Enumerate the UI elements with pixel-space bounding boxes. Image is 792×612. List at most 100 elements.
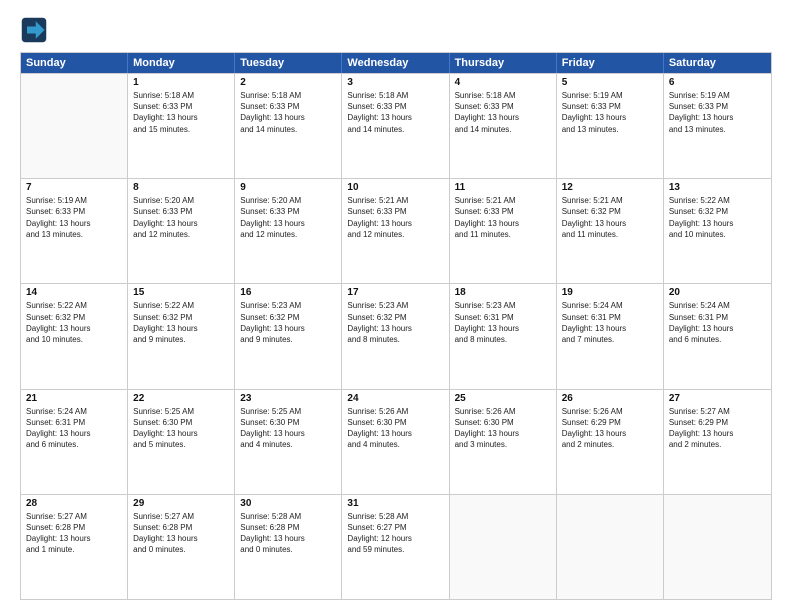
- day-text: Sunrise: 5:27 AM Sunset: 6:28 PM Dayligh…: [26, 511, 122, 556]
- day-text: Sunrise: 5:28 AM Sunset: 6:28 PM Dayligh…: [240, 511, 336, 556]
- day-cell-27: 27Sunrise: 5:27 AM Sunset: 6:29 PM Dayli…: [664, 390, 771, 494]
- day-text: Sunrise: 5:24 AM Sunset: 6:31 PM Dayligh…: [669, 300, 766, 345]
- day-cell-11: 11Sunrise: 5:21 AM Sunset: 6:33 PM Dayli…: [450, 179, 557, 283]
- day-text: Sunrise: 5:21 AM Sunset: 6:32 PM Dayligh…: [562, 195, 658, 240]
- day-text: Sunrise: 5:23 AM Sunset: 6:32 PM Dayligh…: [347, 300, 443, 345]
- day-cell-16: 16 Sunrise: 5:23 AM Sunset: 6:32 PM Dayli…: [235, 284, 342, 388]
- day-text: Sunrise: 5:19 AM Sunset: 6:33 PM Dayligh…: [26, 195, 122, 240]
- day-number: 17: [347, 287, 443, 298]
- day-number: 23: [240, 393, 336, 404]
- header-day-monday: Monday: [128, 53, 235, 73]
- day-number: 10: [347, 182, 443, 193]
- day-number: 9: [240, 182, 336, 193]
- day-number: 4: [455, 77, 551, 88]
- day-text: Sunrise: 5:21 AM Sunset: 6:33 PM Dayligh…: [455, 195, 551, 240]
- calendar-row-4: 28 Sunrise: 5:27 AM Sunset: 6:28 PM Dayli…: [21, 494, 771, 599]
- day-cell-3: 3 Sunrise: 5:18 AM Sunset: 6:33 PM Daylig…: [342, 74, 449, 178]
- day-number: 14: [26, 287, 122, 298]
- day-cell-21: 21 Sunrise: 5:24 AM Sunset: 6:31 PM Dayli…: [21, 390, 128, 494]
- day-cell-31: 31 Sunrise: 5:28 AM Sunset: 6:27 PM Dayli…: [342, 495, 449, 599]
- day-number: 18: [455, 287, 551, 298]
- day-text: Sunrise: 5:19 AM Sunset: 6:33 PM Dayligh…: [562, 90, 658, 135]
- day-text: Sunrise: 5:26 AM Sunset: 6:30 PM Dayligh…: [347, 406, 443, 451]
- header-day-friday: Friday: [557, 53, 664, 73]
- day-text: Sunrise: 5:21 AM Sunset: 6:33 PM Dayligh…: [347, 195, 443, 240]
- day-cell-empty-4-5: [557, 495, 664, 599]
- day-number: 22: [133, 393, 229, 404]
- day-text: Sunrise: 5:25 AM Sunset: 6:30 PM Dayligh…: [133, 406, 229, 451]
- day-number: 30: [240, 498, 336, 509]
- day-number: 5: [562, 77, 658, 88]
- day-cell-18: 18 Sunrise: 5:23 AM Sunset: 6:31 PM Dayli…: [450, 284, 557, 388]
- day-number: 15: [133, 287, 229, 298]
- day-text: Sunrise: 5:19 AM Sunset: 6:33 PM Dayligh…: [669, 90, 766, 135]
- day-number: 24: [347, 393, 443, 404]
- day-text: Sunrise: 5:26 AM Sunset: 6:30 PM Dayligh…: [455, 406, 551, 451]
- day-number: 31: [347, 498, 443, 509]
- calendar-row-1: 7 Sunrise: 5:19 AM Sunset: 6:33 PM Daylig…: [21, 178, 771, 283]
- day-text: Sunrise: 5:23 AM Sunset: 6:32 PM Dayligh…: [240, 300, 336, 345]
- day-number: 1: [133, 77, 229, 88]
- day-cell-26: 26Sunrise: 5:26 AM Sunset: 6:29 PM Dayli…: [557, 390, 664, 494]
- header-day-saturday: Saturday: [664, 53, 771, 73]
- header-day-wednesday: Wednesday: [342, 53, 449, 73]
- page: SundayMondayTuesdayWednesdayThursdayFrid…: [0, 0, 792, 612]
- day-number: 3: [347, 77, 443, 88]
- day-cell-empty-4-6: [664, 495, 771, 599]
- day-cell-20: 20 Sunrise: 5:24 AM Sunset: 6:31 PM Dayli…: [664, 284, 771, 388]
- day-number: 28: [26, 498, 122, 509]
- day-cell-5: 5 Sunrise: 5:19 AM Sunset: 6:33 PM Daylig…: [557, 74, 664, 178]
- day-text: Sunrise: 5:18 AM Sunset: 6:33 PM Dayligh…: [347, 90, 443, 135]
- day-text: Sunrise: 5:25 AM Sunset: 6:30 PM Dayligh…: [240, 406, 336, 451]
- header: [20, 16, 772, 44]
- day-number: 6: [669, 77, 766, 88]
- calendar-row-3: 21 Sunrise: 5:24 AM Sunset: 6:31 PM Dayli…: [21, 389, 771, 494]
- day-cell-2: 2 Sunrise: 5:18 AM Sunset: 6:33 PM Daylig…: [235, 74, 342, 178]
- day-cell-28: 28 Sunrise: 5:27 AM Sunset: 6:28 PM Dayli…: [21, 495, 128, 599]
- day-cell-15: 15 Sunrise: 5:22 AM Sunset: 6:32 PM Dayli…: [128, 284, 235, 388]
- day-cell-empty-4-4: [450, 495, 557, 599]
- day-number: 2: [240, 77, 336, 88]
- day-number: 19: [562, 287, 658, 298]
- day-cell-4: 4Sunrise: 5:18 AM Sunset: 6:33 PM Daylig…: [450, 74, 557, 178]
- day-cell-22: 22 Sunrise: 5:25 AM Sunset: 6:30 PM Dayli…: [128, 390, 235, 494]
- day-cell-12: 12 Sunrise: 5:21 AM Sunset: 6:32 PM Dayli…: [557, 179, 664, 283]
- day-text: Sunrise: 5:22 AM Sunset: 6:32 PM Dayligh…: [133, 300, 229, 345]
- day-number: 16: [240, 287, 336, 298]
- day-number: 25: [455, 393, 551, 404]
- day-cell-7: 7 Sunrise: 5:19 AM Sunset: 6:33 PM Daylig…: [21, 179, 128, 283]
- day-cell-8: 8 Sunrise: 5:20 AM Sunset: 6:33 PM Daylig…: [128, 179, 235, 283]
- header-day-sunday: Sunday: [21, 53, 128, 73]
- day-cell-14: 14 Sunrise: 5:22 AM Sunset: 6:32 PM Dayli…: [21, 284, 128, 388]
- day-cell-13: 13Sunrise: 5:22 AM Sunset: 6:32 PM Dayli…: [664, 179, 771, 283]
- calendar-row-0: 1 Sunrise: 5:18 AM Sunset: 6:33 PM Daylig…: [21, 73, 771, 178]
- day-number: 12: [562, 182, 658, 193]
- header-day-tuesday: Tuesday: [235, 53, 342, 73]
- logo-icon: [20, 16, 48, 44]
- day-text: Sunrise: 5:20 AM Sunset: 6:33 PM Dayligh…: [133, 195, 229, 240]
- day-cell-17: 17 Sunrise: 5:23 AM Sunset: 6:32 PM Dayli…: [342, 284, 449, 388]
- day-cell-19: 19Sunrise: 5:24 AM Sunset: 6:31 PM Dayli…: [557, 284, 664, 388]
- day-cell-10: 10 Sunrise: 5:21 AM Sunset: 6:33 PM Dayli…: [342, 179, 449, 283]
- day-text: Sunrise: 5:24 AM Sunset: 6:31 PM Dayligh…: [26, 406, 122, 451]
- day-cell-30: 30 Sunrise: 5:28 AM Sunset: 6:28 PM Dayli…: [235, 495, 342, 599]
- day-number: 20: [669, 287, 766, 298]
- day-cell-6: 6 Sunrise: 5:19 AM Sunset: 6:33 PM Daylig…: [664, 74, 771, 178]
- day-text: Sunrise: 5:27 AM Sunset: 6:28 PM Dayligh…: [133, 511, 229, 556]
- day-number: 26: [562, 393, 658, 404]
- day-number: 13: [669, 182, 766, 193]
- day-text: Sunrise: 5:23 AM Sunset: 6:31 PM Dayligh…: [455, 300, 551, 345]
- day-number: 7: [26, 182, 122, 193]
- day-cell-23: 23 Sunrise: 5:25 AM Sunset: 6:30 PM Dayli…: [235, 390, 342, 494]
- day-text: Sunrise: 5:18 AM Sunset: 6:33 PM Dayligh…: [240, 90, 336, 135]
- day-cell-25: 25 Sunrise: 5:26 AM Sunset: 6:30 PM Dayli…: [450, 390, 557, 494]
- day-cell-1: 1Sunrise: 5:18 AM Sunset: 6:33 PM Daylig…: [128, 74, 235, 178]
- day-number: 21: [26, 393, 122, 404]
- day-number: 27: [669, 393, 766, 404]
- logo: [20, 16, 50, 44]
- day-number: 8: [133, 182, 229, 193]
- day-text: Sunrise: 5:28 AM Sunset: 6:27 PM Dayligh…: [347, 511, 443, 556]
- day-text: Sunrise: 5:22 AM Sunset: 6:32 PM Dayligh…: [26, 300, 122, 345]
- calendar-body: 1 Sunrise: 5:18 AM Sunset: 6:33 PM Daylig…: [21, 73, 771, 599]
- day-cell-9: 9Sunrise: 5:20 AM Sunset: 6:33 PM Daylig…: [235, 179, 342, 283]
